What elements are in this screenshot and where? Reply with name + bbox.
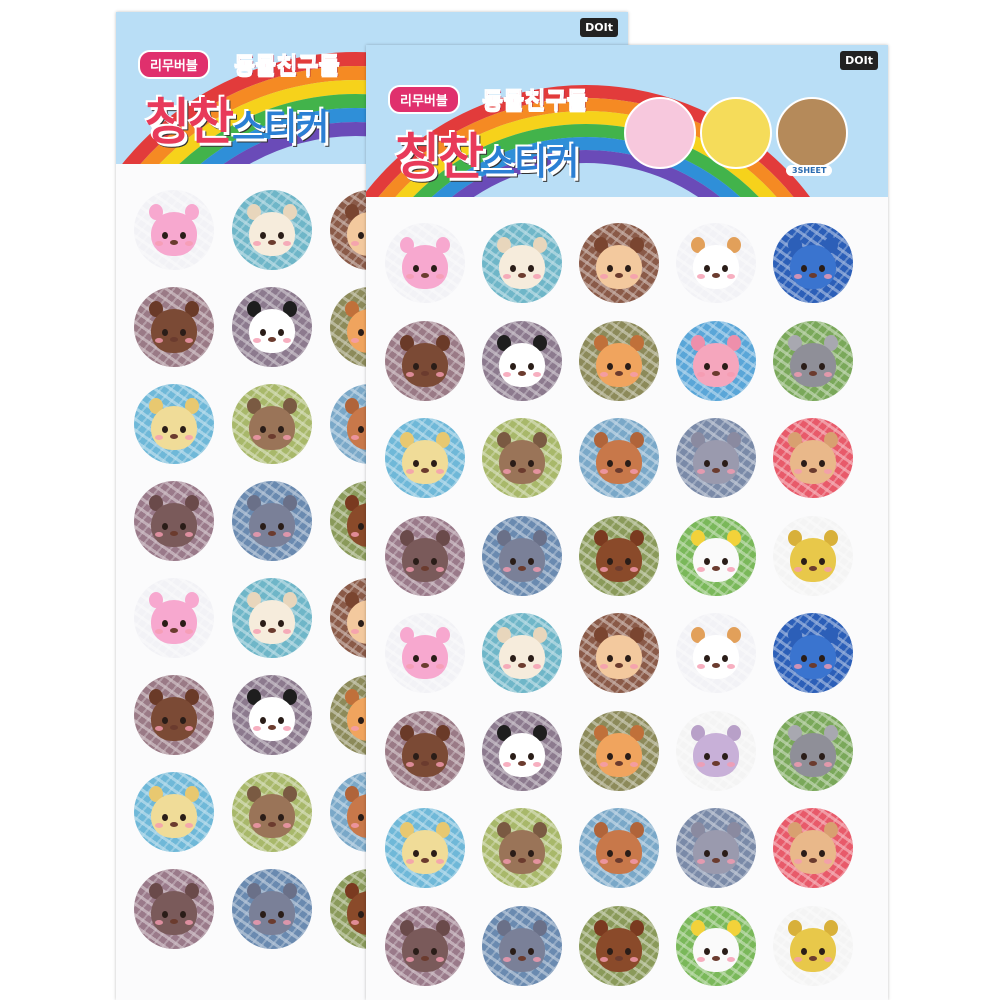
pig-sticker — [676, 320, 756, 401]
rhino-sticker — [482, 515, 562, 596]
raccoon-sticker — [482, 418, 562, 498]
raccoon-sticker — [232, 772, 312, 852]
blue-holo-sticker — [773, 223, 853, 303]
cat-sticker — [676, 613, 756, 693]
cat-sticker — [676, 223, 756, 303]
sheet-title: 칭찬스티커 — [144, 82, 329, 154]
preview-monkey — [776, 97, 848, 169]
deer-sticker — [579, 418, 659, 498]
panda-sticker — [232, 675, 312, 755]
blue-holo-sticker — [773, 613, 853, 693]
chick-sticker — [676, 515, 756, 596]
hedgehog-sticker — [134, 481, 214, 561]
sheep-sticker — [232, 190, 312, 270]
sheep-sticker — [482, 613, 562, 693]
rhino-sticker — [232, 869, 312, 949]
preview-tiger — [700, 97, 772, 169]
title-big: 칭찬 — [394, 128, 484, 186]
brown-bear-sticker — [579, 515, 659, 596]
sheep-sticker — [232, 578, 312, 658]
hedgehog-sticker — [134, 869, 214, 949]
hedgehog-sticker — [385, 905, 465, 986]
title-small: 스티커 — [232, 107, 329, 148]
removable-badge: 리무버블 — [138, 50, 210, 79]
bunny-sticker — [134, 578, 214, 658]
bear-sticker — [385, 320, 465, 401]
bunny-sticker — [385, 223, 465, 303]
monkey-sticker — [579, 223, 659, 303]
brand-logo: DOIt — [580, 18, 618, 37]
title-small: 스티커 — [482, 142, 579, 183]
puppy-sticker — [773, 808, 853, 888]
tiger-sticker — [385, 808, 465, 888]
raccoon-sticker — [482, 808, 562, 888]
chick-sticker — [676, 905, 756, 986]
panda-sticker — [232, 287, 312, 367]
koala-sticker — [773, 320, 853, 401]
bunny-sticker — [134, 190, 214, 270]
brown-bear-sticker — [579, 905, 659, 986]
sheet-title: 칭찬스티커 — [394, 117, 579, 189]
lion-sticker — [579, 710, 659, 791]
lion-sticker — [579, 320, 659, 401]
rhino-sticker — [232, 481, 312, 561]
sheet-count-label: 3SHEET — [786, 165, 833, 176]
giraffe-text-sticker — [676, 710, 756, 791]
tiger-sticker — [134, 772, 214, 852]
brand-logo: DOIt — [840, 51, 878, 70]
title-big: 칭찬 — [144, 93, 234, 151]
giraffe-sticker — [773, 515, 853, 596]
removable-badge: 리무버블 — [388, 85, 460, 114]
panda-sticker — [482, 320, 562, 401]
panda-sticker — [482, 710, 562, 791]
puppy-sticker — [773, 418, 853, 498]
raccoon-sticker — [232, 384, 312, 464]
bear-sticker — [134, 675, 214, 755]
koala-sticker — [773, 710, 853, 791]
hedgehog-sticker — [385, 515, 465, 596]
monkey-sticker — [579, 613, 659, 693]
sheet-header: 리무버블 동물친구들 칭찬스티커 DOIt 3SHEET — [366, 45, 888, 197]
mouse-sticker — [676, 418, 756, 498]
giraffe-sticker — [773, 905, 853, 986]
tiger-sticker — [385, 418, 465, 498]
front-sticker-sheet: 리무버블 동물친구들 칭찬스티커 DOIt 3SHEET — [366, 45, 888, 1000]
sheep-sticker — [482, 223, 562, 303]
deer-sticker — [579, 808, 659, 888]
rhino-sticker — [482, 905, 562, 986]
mouse-sticker — [676, 808, 756, 888]
sheet-subtitle: 동물친구들 — [482, 88, 589, 115]
bear-sticker — [134, 287, 214, 367]
sheet-subtitle: 동물친구들 — [234, 53, 341, 80]
tiger-sticker — [134, 384, 214, 464]
bunny-sticker — [385, 613, 465, 693]
preview-bunny — [624, 97, 696, 169]
bear-sticker — [385, 710, 465, 791]
